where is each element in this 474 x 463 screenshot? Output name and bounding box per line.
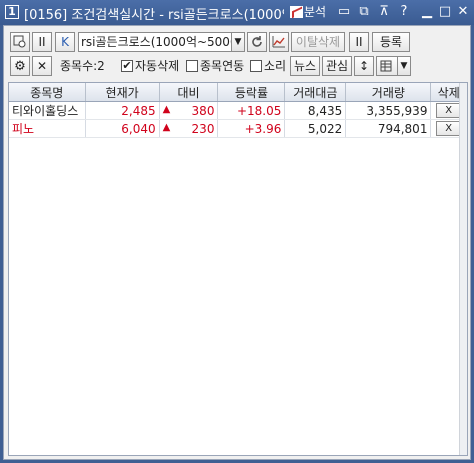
window-number-badge: 1: [5, 5, 19, 19]
chart-button[interactable]: [269, 32, 289, 52]
condition-search-window: 1 [0156] 조건검색실시간 - rsi골든크로스(1000억 분석 ▭ ⧉…: [0, 0, 474, 463]
gear-icon: ⚙: [14, 59, 26, 74]
pin-icon[interactable]: ⊼: [376, 4, 392, 20]
change-rate: +3.96: [217, 119, 286, 138]
sound-checkbox[interactable]: [250, 60, 262, 72]
layout-dropdown-icon[interactable]: ▼: [397, 56, 411, 76]
price-change-value: 380: [191, 103, 215, 118]
up-arrow-icon: ▲: [162, 121, 171, 133]
help-icon[interactable]: ?: [396, 4, 412, 20]
result-grid: 종목명 현재가 대비 등락률 거래대금 거래량 삭제 티와이홀딩스 2,485 …: [8, 82, 468, 456]
duplicate-window-icon[interactable]: ⧉: [356, 4, 372, 20]
stock-name[interactable]: 티와이홀딩스: [9, 101, 86, 120]
close-icon[interactable]: ✕: [455, 4, 471, 20]
auto-delete-label: 자동삭제: [135, 59, 180, 73]
search-refresh-button[interactable]: [10, 32, 30, 52]
column-header-volume[interactable]: 거래량: [345, 83, 432, 102]
window-content: II K rsi골든크로스(1000억~5000 ▼ 이탈삭제 II 등록 ⚙ …: [3, 25, 471, 460]
sound-label: 소리: [264, 59, 287, 73]
current-price: 6,040: [85, 119, 160, 138]
trade-volume: 3,355,939: [345, 101, 432, 120]
layout-button[interactable]: [376, 56, 398, 76]
title-bar[interactable]: 1 [0156] 조건검색실시간 - rsi골든크로스(1000억 분석 ▭ ⧉…: [0, 0, 474, 25]
window-mode-icon[interactable]: ▭: [336, 4, 352, 20]
column-header-name[interactable]: 종목명: [9, 83, 86, 102]
news-button[interactable]: 뉴스: [290, 56, 320, 76]
condition-select[interactable]: rsi골든크로스(1000억~5000: [78, 32, 232, 52]
column-header-change[interactable]: 대비: [159, 83, 219, 102]
analysis-label: 분석: [304, 5, 327, 19]
up-down-arrow-icon: ↕: [358, 59, 370, 73]
table-row[interactable]: 티와이홀딩스 2,485 ▲ 380 +18.05 8,435 3,355,939…: [9, 101, 467, 120]
trade-volume: 794,801: [345, 119, 432, 138]
refresh-icon: [252, 36, 262, 47]
line-chart-icon: [272, 36, 285, 48]
chart-icon: [290, 6, 303, 18]
change-rate: +18.05: [217, 101, 286, 120]
pause-button[interactable]: II: [32, 32, 52, 52]
window-title: [0156] 조건검색실시간 - rsi골든크로스(1000억: [24, 8, 284, 23]
delete-row-button[interactable]: X: [435, 103, 462, 118]
trade-amount: 5,022: [284, 119, 347, 138]
clear-button[interactable]: ✕: [32, 56, 52, 76]
price-change: ▲ 230: [159, 119, 219, 138]
refresh-button[interactable]: [247, 32, 267, 52]
chevron-down-icon[interactable]: ▼: [231, 32, 245, 52]
close-icon: ✕: [36, 59, 48, 73]
delete-row-button[interactable]: X: [435, 121, 462, 136]
column-header-amount[interactable]: 거래대금: [284, 83, 347, 102]
grid-layout-icon: [380, 60, 392, 72]
auto-delete-checkbox[interactable]: ✔: [121, 60, 133, 72]
stock-count-label: 종목수:2: [60, 59, 105, 73]
register-button[interactable]: 등록: [372, 32, 410, 52]
current-price: 2,485: [85, 101, 160, 120]
settings-button[interactable]: ⚙: [10, 56, 30, 76]
stock-link-checkbox[interactable]: [186, 60, 198, 72]
price-change: ▲ 380: [159, 101, 219, 120]
stock-name[interactable]: 피노: [9, 119, 86, 138]
column-header-price[interactable]: 현재가: [85, 83, 160, 102]
interest-button[interactable]: 관심: [322, 56, 352, 76]
table-header-row: 종목명 현재가 대비 등락률 거래대금 거래량 삭제: [9, 83, 467, 102]
vertical-scrollbar[interactable]: [459, 83, 467, 455]
minimize-icon[interactable]: ▁: [419, 4, 435, 20]
exit-delete-button[interactable]: 이탈삭제: [291, 32, 345, 52]
analysis-button[interactable]: 분석: [288, 3, 328, 21]
stock-link-label: 종목연동: [200, 59, 245, 73]
price-change-value: 230: [191, 121, 215, 136]
maximize-icon[interactable]: □: [437, 4, 453, 20]
search-icon: [13, 35, 26, 48]
up-arrow-icon: ▲: [162, 103, 171, 115]
trade-amount: 8,435: [284, 101, 347, 120]
k-button[interactable]: K: [55, 32, 75, 52]
table-row[interactable]: 피노 6,040 ▲ 230 +3.96 5,022 794,801 X: [9, 119, 467, 138]
sort-button[interactable]: ↕: [354, 56, 374, 76]
column-header-rate[interactable]: 등락률: [217, 83, 286, 102]
result-table: 종목명 현재가 대비 등락률 거래대금 거래량 삭제 티와이홀딩스 2,485 …: [9, 83, 467, 138]
pause-button-2[interactable]: II: [349, 32, 369, 52]
